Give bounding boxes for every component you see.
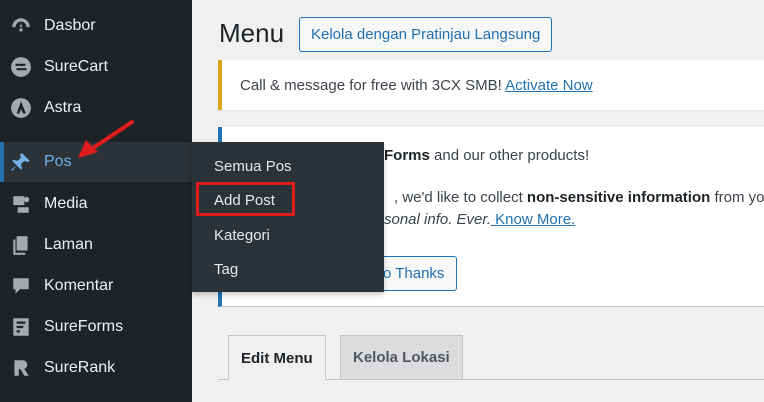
sidebar-item-label: Pos: [44, 153, 72, 170]
notice-3cx-text: Call & message for free with 3CX SMB! Ac…: [240, 77, 593, 94]
surecart-icon: [9, 55, 33, 79]
live-preview-button[interactable]: Kelola dengan Pratinjau Langsung: [299, 17, 553, 52]
add-post-highlight: [196, 182, 295, 216]
sidebar-item-komentar[interactable]: Komentar: [0, 266, 192, 306]
sidebar-item-label: Media: [44, 195, 88, 212]
red-arrow-annotation: [78, 120, 134, 158]
comment-icon: [9, 274, 33, 298]
pages-icon: [9, 233, 33, 257]
dashboard-icon: [9, 14, 33, 38]
submenu-semua-pos[interactable]: Semua Pos: [214, 158, 292, 175]
sidebar-item-surecart[interactable]: SureCart: [0, 47, 192, 87]
surerank-icon: [9, 356, 33, 380]
notice-line-2: , we'd like to collect non-sensitive inf…: [394, 189, 764, 206]
notice-3cx: Call & message for free with 3CX SMB! Ac…: [218, 60, 764, 110]
tab-kelola-lokasi[interactable]: Kelola Lokasi: [340, 335, 463, 380]
sidebar-item-label: Komentar: [44, 277, 114, 294]
astra-icon: [9, 96, 33, 120]
submenu-kategori[interactable]: Kategori: [214, 227, 270, 244]
sidebar-item-label: SureRank: [44, 359, 116, 376]
know-more-link[interactable]: Know More.: [491, 211, 575, 228]
sidebar-item-label: Dasbor: [44, 17, 96, 34]
sidebar-item-laman[interactable]: Laman: [0, 225, 192, 265]
media-icon: [9, 192, 33, 216]
notice-line-3: sonal info. Ever. Know More.: [384, 211, 576, 228]
sidebar-item-label: SureCart: [44, 58, 109, 75]
pin-icon: [9, 150, 33, 174]
submenu-tag[interactable]: Tag: [214, 261, 238, 278]
notice-line-1: Forms and our other products!: [384, 147, 590, 164]
sureforms-icon: [9, 315, 33, 339]
active-indicator: [0, 142, 4, 182]
activate-now-link[interactable]: Activate Now: [505, 77, 593, 94]
pos-submenu: Semua Pos Add Post Kategori Tag: [192, 142, 384, 292]
flyout-arrow: [183, 154, 192, 172]
tab-edit-menu[interactable]: Edit Menu: [228, 335, 326, 381]
sidebar-item-media[interactable]: Media: [0, 184, 192, 224]
sidebar-item-dasbor[interactable]: Dasbor: [0, 6, 192, 46]
sidebar-item-sureforms[interactable]: SureForms: [0, 307, 192, 347]
sidebar-item-surerank[interactable]: SureRank: [0, 348, 192, 388]
admin-sidebar: Dasbor SureCart Astra Pos Media Laman Ko…: [0, 0, 192, 402]
page-title: Menu: [219, 18, 285, 48]
sidebar-item-label: SureForms: [44, 318, 124, 335]
sidebar-item-label: Laman: [44, 236, 93, 253]
